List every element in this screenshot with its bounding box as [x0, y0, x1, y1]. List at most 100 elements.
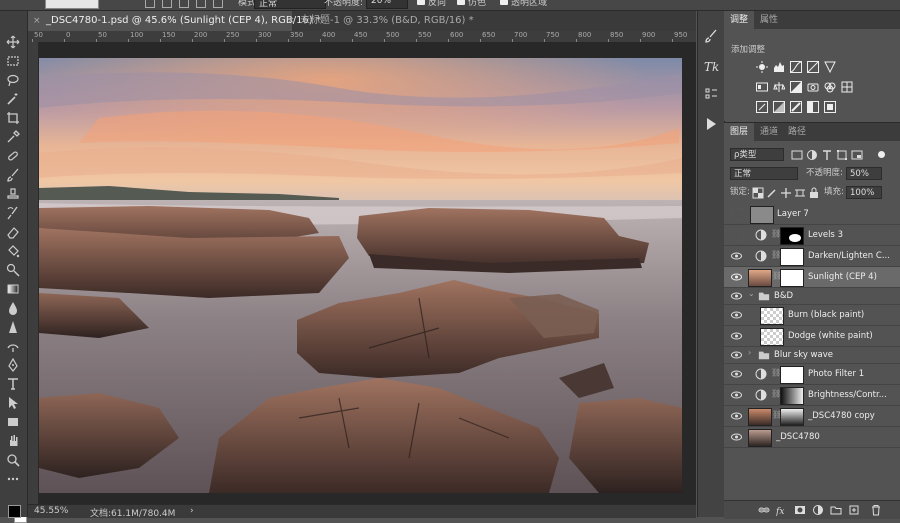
character-panel-icon[interactable]: Tk [702, 57, 720, 75]
burn-tool[interactable] [4, 337, 22, 355]
link-layers-icon[interactable] [758, 504, 770, 516]
layer-mask-thumbnail[interactable] [780, 408, 804, 426]
eraser-tool[interactable] [4, 223, 22, 241]
layer-group-row[interactable]: ⌄ B&D [724, 288, 900, 305]
filter-shape-icon[interactable] [836, 149, 848, 161]
actions-play-icon[interactable] [702, 115, 720, 133]
reverse-checkbox[interactable] [417, 0, 425, 5]
eye-icon[interactable] [731, 331, 742, 341]
layer-row[interactable]: Dodge (white paint) [724, 326, 900, 347]
healing-brush-tool[interactable] [4, 147, 22, 165]
brightness-contrast-icon[interactable] [756, 61, 768, 73]
visibility-toggle[interactable] [731, 208, 743, 220]
trash-icon[interactable] [870, 504, 882, 516]
brush-settings-icon[interactable] [702, 27, 720, 45]
history-brush-tool[interactable] [4, 204, 22, 222]
layer-row[interactable]: ⛓ _DSC4780 copy [724, 406, 900, 427]
lock-artboard-icon[interactable] [794, 187, 806, 199]
angle-gradient-icon[interactable] [179, 0, 189, 8]
tab-untitled[interactable]: × 未标题-1 @ 33.3% (B&D, RGB/16) * [282, 11, 474, 31]
eye-icon[interactable] [731, 310, 742, 320]
linear-gradient-icon[interactable] [145, 0, 155, 8]
layer-row[interactable]: Layer 7 [724, 204, 900, 225]
layer-mask-thumbnail[interactable] [780, 366, 804, 384]
eyedropper-tool[interactable] [4, 128, 22, 146]
selective-color-icon[interactable] [824, 101, 836, 113]
layer-filter-kind-dropdown[interactable]: ρ类型 [730, 148, 784, 161]
magic-wand-tool[interactable] [4, 90, 22, 108]
move-tool[interactable] [4, 33, 22, 51]
tab-adjustments[interactable]: 调整 [724, 11, 755, 29]
eye-icon[interactable] [731, 350, 742, 360]
hue-saturation-icon[interactable] [756, 81, 768, 93]
filter-pixel-icon[interactable] [791, 149, 803, 161]
path-selection-tool[interactable] [4, 394, 22, 412]
color-lookup-icon[interactable] [841, 81, 853, 93]
pen-tool[interactable] [4, 356, 22, 374]
radial-gradient-icon[interactable] [162, 0, 172, 8]
transparency-checkbox[interactable] [500, 0, 508, 5]
sharpen-tool[interactable] [4, 318, 22, 336]
crop-tool[interactable] [4, 109, 22, 127]
eye-icon[interactable] [731, 272, 742, 282]
layer-mask-thumbnail[interactable] [780, 269, 804, 287]
filter-smart-object-icon[interactable] [851, 149, 863, 161]
gradient-tool[interactable] [4, 280, 22, 298]
layer-mask-thumbnail[interactable] [780, 227, 804, 245]
tab-layers[interactable]: 图层 [724, 123, 755, 141]
zoom-level[interactable]: 45.55% [34, 506, 68, 516]
layer-opacity-field[interactable]: 50% [846, 167, 882, 180]
new-adjustment-layer-icon[interactable] [812, 504, 824, 516]
tab-properties[interactable]: 属性 [754, 11, 784, 29]
new-group-icon[interactable] [830, 504, 842, 516]
gradient-map-icon[interactable] [807, 101, 819, 113]
layer-row[interactable]: ⛓ Brightness/Contr... [724, 385, 900, 406]
tab-dsc4780[interactable]: × _DSC4780-1.psd @ 45.6% (Sunlight (CEP 4… [28, 11, 321, 31]
marquee-tool[interactable] [4, 52, 22, 70]
visibility-toggle[interactable] [731, 229, 743, 241]
layer-row[interactable]: ⛓ Photo Filter 1 [724, 364, 900, 385]
layer-group-row[interactable]: › Blur sky wave [724, 347, 900, 364]
invert-icon[interactable] [756, 101, 768, 113]
eye-icon[interactable] [731, 432, 742, 442]
exposure-icon[interactable] [807, 61, 819, 73]
lock-transparent-icon[interactable] [752, 187, 764, 199]
color-balance-icon[interactable] [773, 81, 786, 93]
filter-type-icon[interactable] [821, 149, 833, 161]
paint-bucket-tool[interactable] [4, 242, 22, 260]
new-layer-icon[interactable] [848, 504, 860, 516]
layer-style-fx-icon[interactable]: fx [775, 504, 788, 517]
layer-row[interactable]: _DSC4780 [724, 427, 900, 448]
gradient-preset-swatch[interactable] [45, 0, 99, 9]
dither-checkbox[interactable] [457, 0, 465, 5]
status-menu-arrow[interactable]: › [190, 506, 194, 516]
lock-all-icon[interactable] [808, 187, 820, 199]
history-panel-icon[interactable] [702, 85, 720, 103]
filter-toggle-icon[interactable] [878, 151, 885, 158]
mode-dropdown[interactable]: 正常 [254, 0, 326, 9]
layer-row[interactable]: Burn (black paint) [724, 305, 900, 326]
clone-stamp-tool[interactable] [4, 185, 22, 203]
chevron-down-icon[interactable]: ⌄ [748, 289, 755, 298]
eye-icon[interactable] [731, 369, 742, 379]
filter-adjustment-icon[interactable] [806, 149, 818, 161]
photo-filter-icon[interactable] [807, 81, 819, 93]
dodge-tool[interactable] [4, 261, 22, 279]
blur-tool[interactable] [4, 299, 22, 317]
eye-icon[interactable] [731, 251, 742, 261]
layer-mask-thumbnail[interactable] [780, 248, 804, 266]
lock-image-icon[interactable] [766, 187, 778, 199]
zoom-tool[interactable] [4, 451, 22, 469]
layer-mask-thumbnail[interactable] [780, 387, 804, 405]
eye-icon[interactable] [731, 411, 742, 421]
type-tool[interactable] [4, 375, 22, 393]
close-icon[interactable]: × [33, 11, 41, 31]
chevron-right-icon[interactable]: › [748, 348, 751, 357]
rectangle-tool[interactable] [4, 413, 22, 431]
levels-icon[interactable] [773, 61, 785, 73]
eye-icon[interactable] [731, 291, 742, 301]
vibrance-icon[interactable] [824, 61, 836, 74]
reflected-gradient-icon[interactable] [196, 0, 206, 8]
diamond-gradient-icon[interactable] [213, 0, 223, 8]
channel-mixer-icon[interactable] [824, 81, 836, 93]
